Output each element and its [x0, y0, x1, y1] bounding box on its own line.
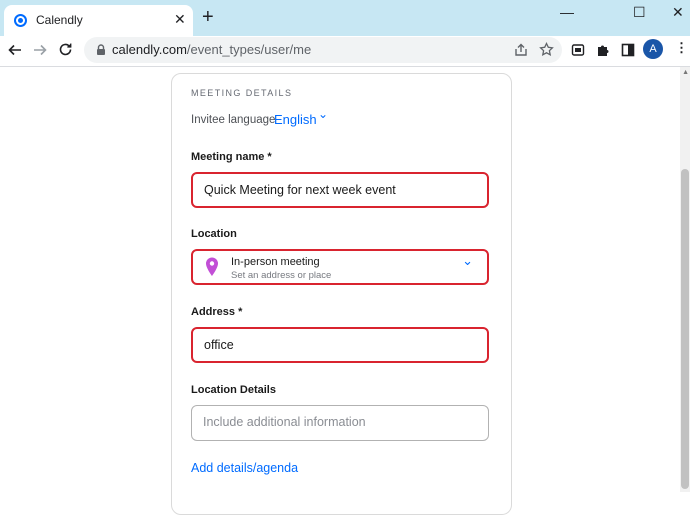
meeting-details-card: MEETING DETAILS Invitee language English…	[171, 73, 512, 515]
browser-tab-strip: Calendly ✕ + — ☐ ✕	[0, 0, 690, 36]
location-label: Location	[191, 228, 237, 240]
menu-kebab-icon[interactable]: ⋮	[675, 40, 688, 56]
address-value: office	[204, 338, 234, 352]
profile-avatar[interactable]: A	[643, 39, 663, 59]
extensions-puzzle-icon[interactable]	[596, 43, 610, 57]
maximize-icon[interactable]: ☐	[633, 4, 646, 21]
media-icon[interactable]	[571, 43, 585, 57]
meeting-name-input[interactable]: Quick Meeting for next week event	[191, 172, 489, 208]
minimize-icon[interactable]: —	[560, 4, 574, 20]
new-tab-button[interactable]: +	[202, 7, 214, 27]
invitee-language-dropdown[interactable]: English	[274, 112, 317, 127]
window-close-icon[interactable]: ✕	[672, 4, 684, 21]
url-path: /event_types/user/me	[186, 42, 312, 57]
browser-toolbar: calendly.com/event_types/user/me ⋮	[0, 36, 690, 67]
lock-icon[interactable]	[94, 43, 108, 57]
location-details-input[interactable]: Include additional information	[191, 405, 489, 441]
browser-tab[interactable]: Calendly ✕	[4, 5, 193, 36]
bookmark-star-icon[interactable]	[539, 42, 554, 57]
chevron-down-icon[interactable]: ⌄	[318, 107, 328, 121]
side-panel-icon[interactable]	[621, 43, 635, 57]
forward-arrow-icon[interactable]	[33, 43, 47, 57]
location-option-subtitle: Set an address or place	[231, 270, 332, 281]
back-arrow-icon[interactable]	[8, 43, 22, 57]
reload-icon[interactable]	[58, 42, 73, 57]
address-input[interactable]: office	[191, 327, 489, 363]
location-option-title: In-person meeting	[231, 256, 320, 268]
share-icon[interactable]	[514, 43, 528, 57]
location-details-label: Location Details	[191, 384, 276, 396]
section-title: MEETING DETAILS	[191, 88, 293, 98]
address-label: Address *	[191, 306, 243, 318]
url-text: calendly.com/event_types/user/me	[112, 42, 311, 57]
page-scrollbar[interactable]: ▲	[680, 67, 690, 492]
tab-close-icon[interactable]: ✕	[174, 11, 186, 28]
scrollbar-thumb[interactable]	[681, 169, 689, 489]
invitee-language-label: Invitee language	[191, 114, 276, 126]
tab-title: Calendly	[36, 13, 83, 27]
meeting-name-value: Quick Meeting for next week event	[204, 183, 396, 197]
location-pin-icon	[206, 257, 218, 276]
calendly-favicon-icon	[14, 14, 27, 27]
add-details-agenda-link[interactable]: Add details/agenda	[191, 461, 298, 475]
meeting-name-label: Meeting name *	[191, 151, 272, 163]
scroll-up-arrow-icon[interactable]: ▲	[682, 69, 689, 76]
url-host: calendly.com	[112, 42, 187, 57]
chevron-down-icon[interactable]: ⌄	[462, 253, 473, 269]
page-content: MEETING DETAILS Invitee language English…	[0, 67, 690, 515]
address-bar[interactable]: calendly.com/event_types/user/me	[84, 37, 562, 63]
location-select[interactable]: In-person meeting Set an address or plac…	[191, 249, 489, 285]
location-details-placeholder: Include additional information	[203, 415, 366, 429]
